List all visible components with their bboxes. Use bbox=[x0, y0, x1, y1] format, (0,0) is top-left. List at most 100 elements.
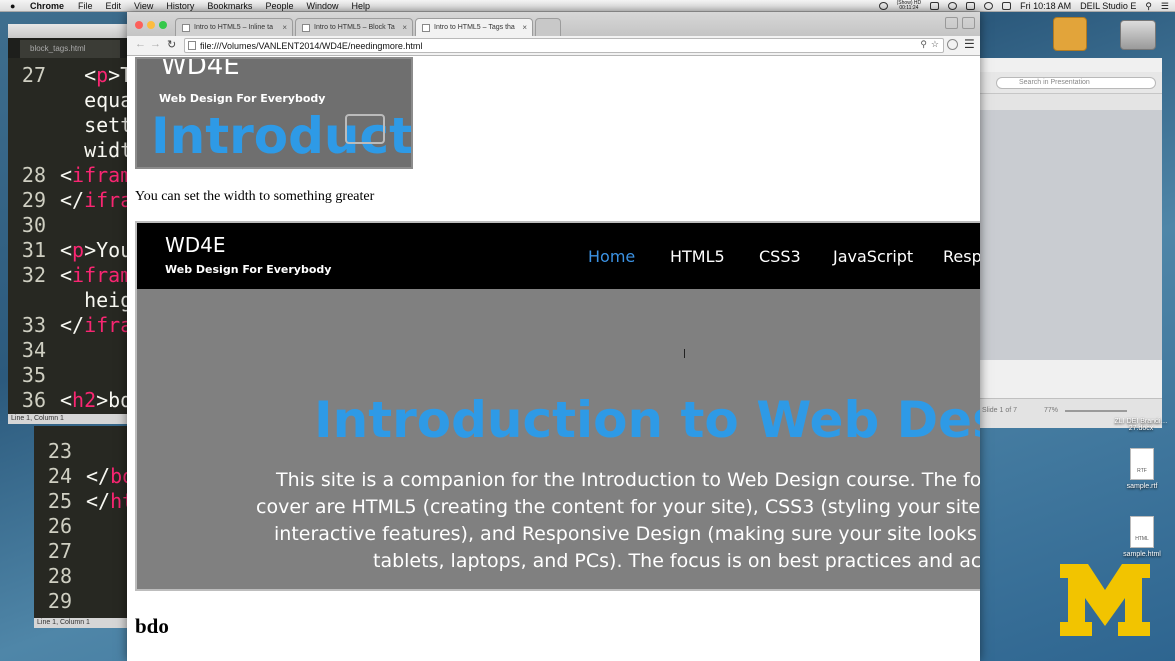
code-text: </ bbox=[60, 188, 85, 212]
code-line[interactable]: 25 </ht bbox=[34, 489, 134, 514]
close-tab-icon[interactable]: × bbox=[522, 23, 527, 32]
new-tab-button[interactable] bbox=[535, 18, 561, 36]
code-line[interactable]: 28 <ifram bbox=[8, 163, 132, 188]
code-line[interactable]: 29 bbox=[34, 589, 86, 614]
hard-drive-icon[interactable] bbox=[1120, 20, 1156, 50]
browser-tab[interactable]: Intro to HTML5 – Block Ta × bbox=[295, 18, 413, 36]
code-line[interactable]: settn bbox=[8, 113, 144, 138]
menu-help[interactable]: Help bbox=[351, 1, 370, 11]
code-line[interactable]: 26 bbox=[34, 514, 86, 539]
extension-icon[interactable] bbox=[947, 39, 958, 50]
menu-file[interactable]: File bbox=[78, 1, 93, 11]
desktop-file-rtf[interactable]: RTF sample.rtf bbox=[1112, 448, 1172, 490]
code-line[interactable]: 36 <h2>bd bbox=[8, 388, 132, 413]
menu-edit[interactable]: Edit bbox=[106, 1, 122, 11]
menu-app[interactable]: Chrome bbox=[30, 1, 64, 11]
document-icon: HTML bbox=[1130, 516, 1154, 548]
nav-javascript[interactable]: JavaScript bbox=[833, 247, 913, 266]
code-line[interactable]: 30 bbox=[8, 213, 60, 238]
code-line[interactable]: heigh bbox=[8, 288, 144, 313]
globe-icon[interactable] bbox=[878, 2, 888, 10]
slide-preview[interactable] bbox=[980, 110, 1162, 360]
code-line[interactable]: 29 </ifra bbox=[8, 188, 132, 213]
code-line[interactable]: 28 bbox=[34, 564, 86, 589]
close-tab-icon[interactable]: × bbox=[402, 23, 407, 32]
code-editor-bottom[interactable]: 23 24 </bo 25 </ht 26 27 28 29 Line 1, Column 1 bbox=[34, 426, 134, 628]
menu-icon[interactable]: ☰ bbox=[964, 37, 975, 51]
iframe-small[interactable]: WD4E Web Design For Everybody Introduct bbox=[135, 57, 413, 169]
spotlight-icon[interactable]: ⚲ bbox=[1145, 1, 1152, 12]
site-logo[interactable]: WD4E bbox=[161, 59, 240, 81]
profile-icon[interactable] bbox=[945, 17, 958, 29]
code-line[interactable]: 35 bbox=[8, 363, 60, 388]
code-line[interactable]: 27 <p>Th bbox=[8, 63, 144, 88]
tab-label: Intro to HTML5 – Block Ta bbox=[314, 24, 395, 31]
usb-drive-icon[interactable] bbox=[1053, 17, 1087, 51]
code-line[interactable]: 34 bbox=[8, 338, 60, 363]
nav-html5[interactable]: HTML5 bbox=[670, 247, 725, 266]
code-tag: ifra bbox=[84, 313, 133, 337]
reload-icon[interactable]: ↻ bbox=[167, 38, 176, 51]
bookmark-star-icon[interactable]: ☆ bbox=[931, 39, 939, 50]
menu-bookmarks[interactable]: Bookmarks bbox=[207, 1, 252, 11]
iframe-wide[interactable]: WD4E Web Design For Everybody Home HTML5… bbox=[135, 221, 980, 591]
zoom-icon[interactable]: ⚲ bbox=[920, 39, 927, 50]
close-tab-icon[interactable]: × bbox=[282, 23, 287, 32]
nav-responsive[interactable]: Respo bbox=[943, 247, 980, 266]
zoom-slider[interactable] bbox=[1065, 410, 1127, 412]
code-text: < bbox=[60, 238, 73, 262]
editor-tab[interactable]: block_tags.html bbox=[20, 40, 120, 58]
browser-window[interactable]: Intro to HTML5 – Inline ta × Intro to HT… bbox=[127, 12, 980, 661]
wifi-icon[interactable] bbox=[984, 2, 994, 10]
menu-people[interactable]: People bbox=[265, 1, 293, 11]
site-logo[interactable]: WD4E bbox=[165, 233, 226, 257]
browser-tab-active[interactable]: Intro to HTML5 – Tags tha × bbox=[415, 18, 533, 36]
code-text: < bbox=[60, 163, 73, 187]
back-arrow-icon[interactable]: ← bbox=[135, 38, 146, 50]
minimize-window-button[interactable] bbox=[147, 21, 155, 29]
browser-tab[interactable]: Intro to HTML5 – Inline ta × bbox=[175, 18, 293, 36]
timemachine-icon[interactable] bbox=[948, 2, 958, 10]
clock[interactable]: Fri 10:18 AM bbox=[1020, 1, 1071, 11]
code-line[interactable]: 23 bbox=[34, 439, 86, 464]
code-text: </ bbox=[60, 313, 85, 337]
user-name[interactable]: DEIL Studio E bbox=[1080, 1, 1136, 11]
page-content[interactable]: WD4E Web Design For Everybody Introduct … bbox=[127, 57, 980, 661]
close-window-button[interactable] bbox=[135, 21, 143, 29]
editor-tabbar: block_tags.html bbox=[8, 38, 138, 58]
fullscreen-icon[interactable] bbox=[962, 17, 975, 29]
menu-view[interactable]: View bbox=[134, 1, 153, 11]
code-text: </ bbox=[86, 489, 111, 513]
code-line[interactable]: 24 </bo bbox=[34, 464, 134, 489]
editor-titlebar bbox=[8, 24, 138, 38]
desktop-file-docx[interactable]: ZLI DEI Brandi…27.docx bbox=[1106, 418, 1175, 432]
list-icon[interactable]: ☰ bbox=[1161, 1, 1169, 12]
document-icon: RTF bbox=[1130, 448, 1154, 480]
code-line[interactable]: 27 bbox=[34, 539, 86, 564]
page-icon bbox=[188, 41, 196, 50]
apple-icon[interactable]: ● bbox=[10, 1, 22, 11]
code-line[interactable]: 32 <ifram bbox=[8, 263, 132, 288]
code-line[interactable]: 33 </ifra bbox=[8, 313, 132, 338]
hamburger-menu-icon[interactable] bbox=[345, 114, 385, 144]
menu-history[interactable]: History bbox=[166, 1, 194, 11]
nav-home[interactable]: Home bbox=[588, 247, 635, 266]
code-line[interactable]: width bbox=[8, 138, 144, 163]
code-line[interactable]: equal bbox=[8, 88, 144, 113]
bluetooth-icon[interactable] bbox=[966, 2, 976, 10]
forward-arrow-icon[interactable]: → bbox=[150, 38, 161, 50]
zoom-window-button[interactable] bbox=[159, 21, 167, 29]
code-editor-top[interactable]: block_tags.html 27 <p>Th equal settn wid… bbox=[8, 24, 144, 424]
desktop-file-html[interactable]: HTML sample.html bbox=[1112, 516, 1172, 558]
address-bar[interactable]: file:///Volumes/VANLENT2014/WD4E/needing… bbox=[184, 38, 944, 53]
code-line[interactable]: 31 <p>You bbox=[8, 238, 132, 263]
menu-window[interactable]: Window bbox=[306, 1, 338, 11]
volume-icon[interactable] bbox=[1002, 2, 1012, 10]
display-icon[interactable] bbox=[930, 2, 940, 10]
doc-search-input[interactable]: Search in Presentation bbox=[996, 77, 1156, 89]
document-window[interactable]: Search in Presentation Slide 1 of 7 77% bbox=[980, 58, 1162, 428]
nav-css3[interactable]: CSS3 bbox=[759, 247, 801, 266]
hero-text-line: This site is a companion for the Introdu… bbox=[276, 469, 980, 491]
zoom-level: 77% bbox=[1044, 407, 1059, 414]
line-number: 35 bbox=[21, 363, 46, 387]
